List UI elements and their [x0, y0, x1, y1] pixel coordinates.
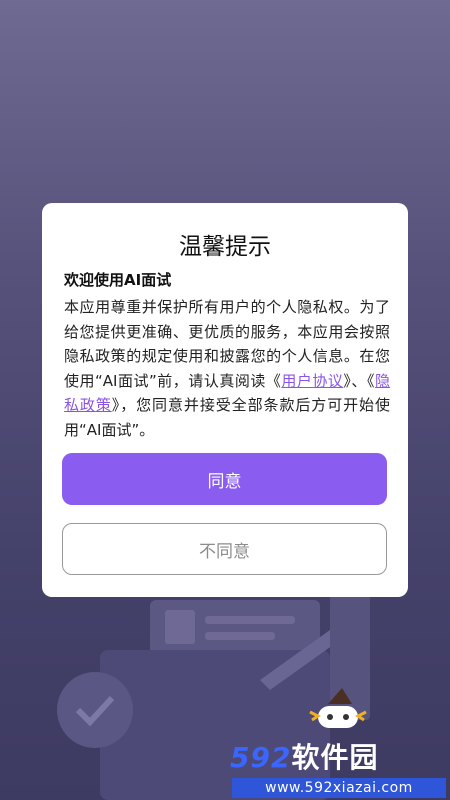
- disagree-button[interactable]: 不同意: [62, 523, 387, 575]
- avatar-placeholder-icon: [165, 610, 195, 644]
- watermark-brand: 592软件园: [230, 736, 378, 776]
- privacy-dialog: 温馨提示 欢迎使用AI面试 本应用尊重并保护所有用户的个人隐私权。为了给您提供更…: [42, 203, 408, 597]
- agree-button[interactable]: 同意: [62, 453, 387, 505]
- privacy-text-part: 》、《: [343, 371, 375, 390]
- welcome-heading: 欢迎使用AI面试: [64, 271, 172, 289]
- dialog-title: 温馨提示: [179, 234, 271, 260]
- watermark-number: 592: [230, 741, 292, 774]
- privacy-text[interactable]: 本应用尊重并保护所有用户的个人隐私权。为了给您提供更准确、更优质的服务，本应用会…: [64, 295, 390, 442]
- watermark: 592软件园 www.592xiazai.com: [226, 736, 450, 800]
- check-circle-icon: [57, 672, 133, 748]
- user-agreement-link[interactable]: 用户协议: [281, 372, 343, 390]
- privacy-text-part: 》，您同意并接受全部条款后方可开始使用“AI面试”。: [64, 396, 390, 439]
- gamepad-mascot-icon: [309, 688, 367, 728]
- watermark-url: www.592xiazai.com: [232, 778, 446, 798]
- watermark-text: 软件园: [291, 741, 379, 774]
